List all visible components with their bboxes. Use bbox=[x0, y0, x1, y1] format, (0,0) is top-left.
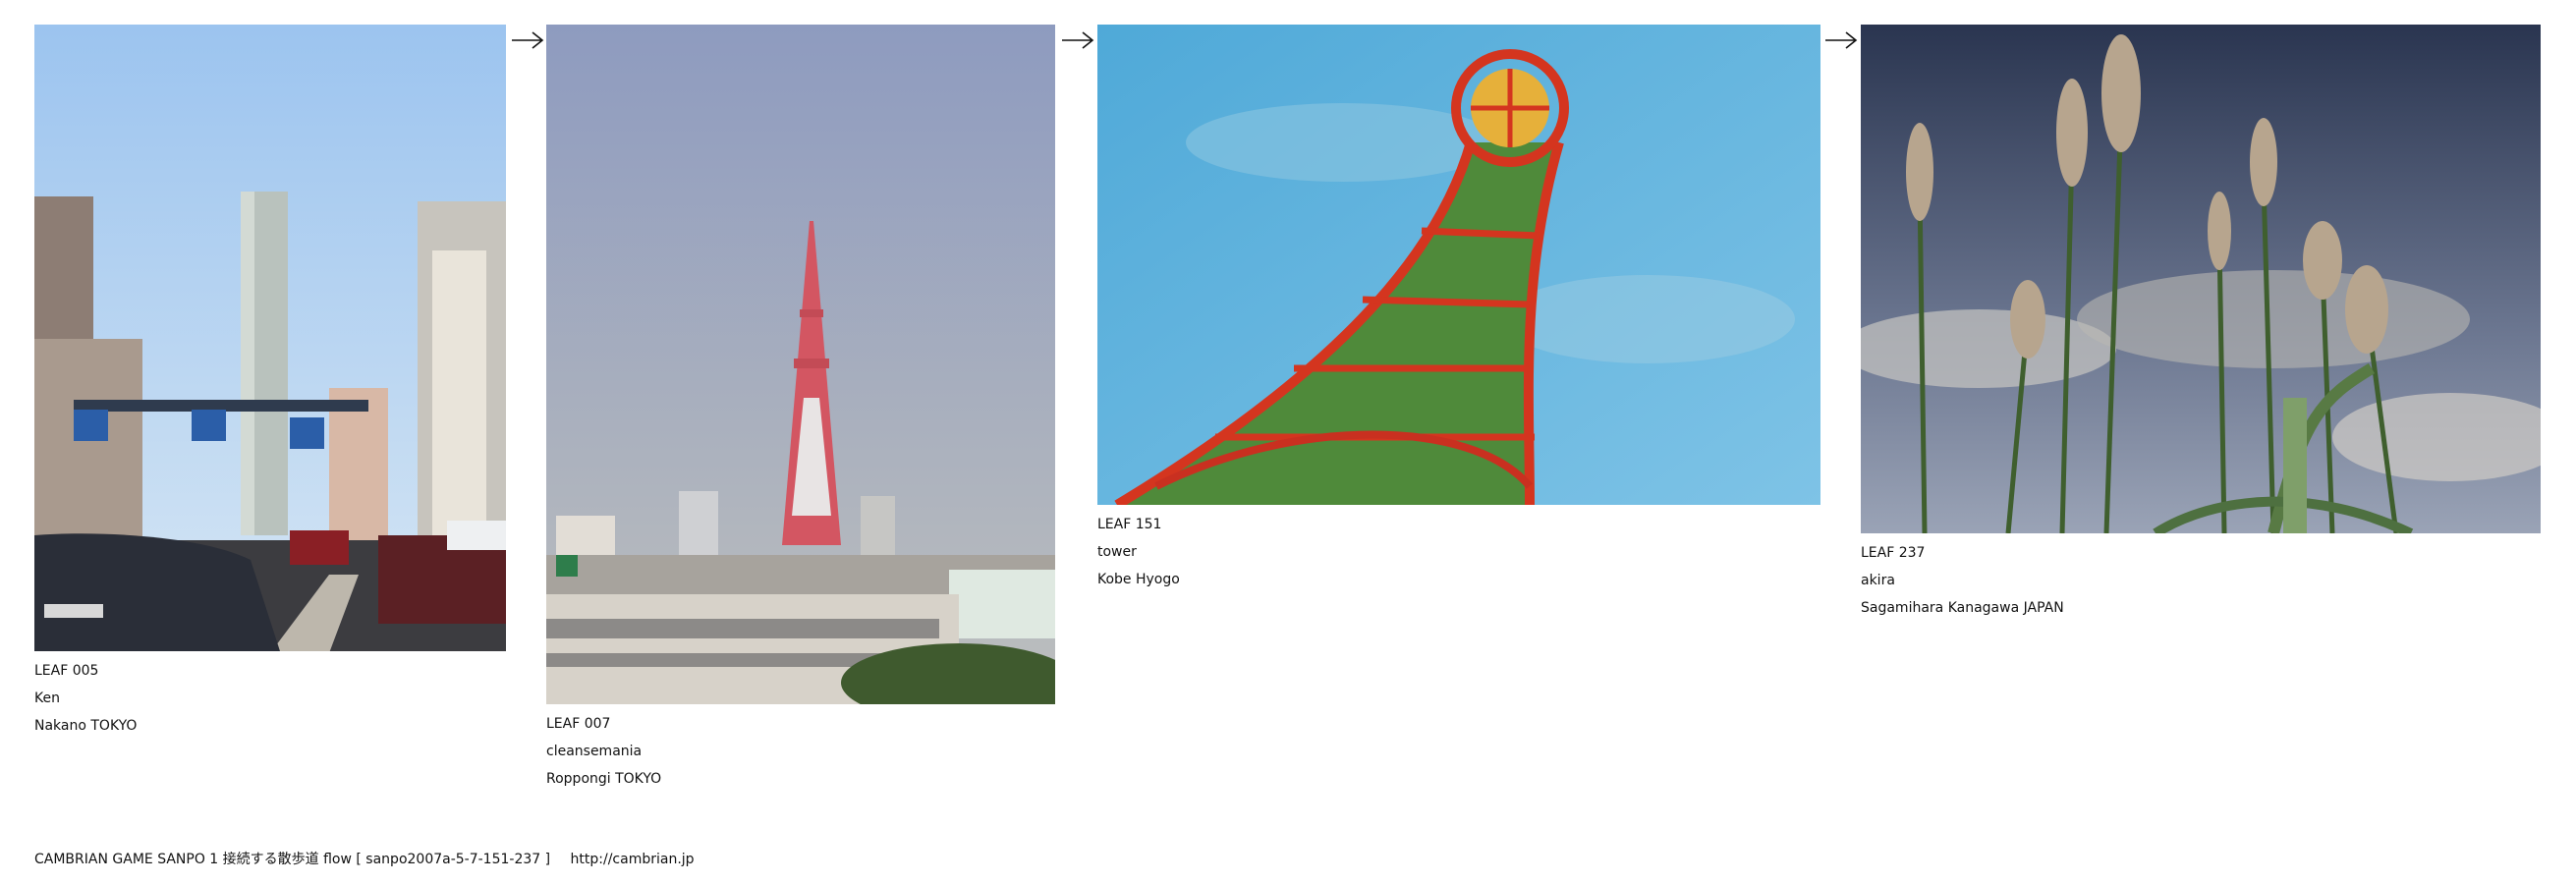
leaf-card-151: LEAF 151 tower Kobe Hyogo bbox=[1097, 25, 1820, 593]
leaf-location: Nakano TOKYO bbox=[34, 718, 138, 734]
arrow-right-icon bbox=[1824, 27, 1858, 54]
footer: CAMBRIAN GAME SANPO 1 接続する散歩道 flow [ san… bbox=[34, 849, 695, 868]
leaf-author: Ken bbox=[34, 691, 60, 706]
leaf-photo-005[interactable] bbox=[34, 25, 506, 651]
leaf-location: Kobe Hyogo bbox=[1097, 572, 1180, 587]
leaf-id: LEAF 007 bbox=[546, 716, 611, 732]
footer-text: CAMBRIAN GAME SANPO 1 接続する散歩道 flow [ san… bbox=[34, 852, 551, 867]
leaf-photo-237[interactable] bbox=[1861, 25, 2541, 533]
leaf-photo-007[interactable] bbox=[546, 25, 1055, 704]
leaf-location: Roppongi TOKYO bbox=[546, 771, 662, 787]
arrow-right-icon bbox=[511, 27, 544, 54]
leaf-id: LEAF 151 bbox=[1097, 517, 1162, 532]
leaf-author: cleansemania bbox=[546, 744, 643, 759]
leaf-card-007: LEAF 007 cleansemania Roppongi TOKYO bbox=[546, 25, 1055, 793]
leaf-id: LEAF 005 bbox=[34, 663, 99, 679]
leaf-photo-151[interactable] bbox=[1097, 25, 1820, 505]
arrow-right-icon bbox=[1061, 27, 1094, 54]
leaf-location: Sagamihara Kanagawa JAPAN bbox=[1861, 600, 2064, 616]
footer-link[interactable]: http://cambrian.jp bbox=[571, 852, 695, 867]
leaf-id: LEAF 237 bbox=[1861, 545, 1926, 561]
leaf-card-237: LEAF 237 akira Sagamihara Kanagawa JAPAN bbox=[1861, 25, 2541, 622]
leaf-author: akira bbox=[1861, 573, 1895, 588]
leaf-card-005: LEAF 005 Ken Nakano TOKYO bbox=[34, 25, 506, 740]
leaf-author: tower bbox=[1097, 544, 1137, 560]
